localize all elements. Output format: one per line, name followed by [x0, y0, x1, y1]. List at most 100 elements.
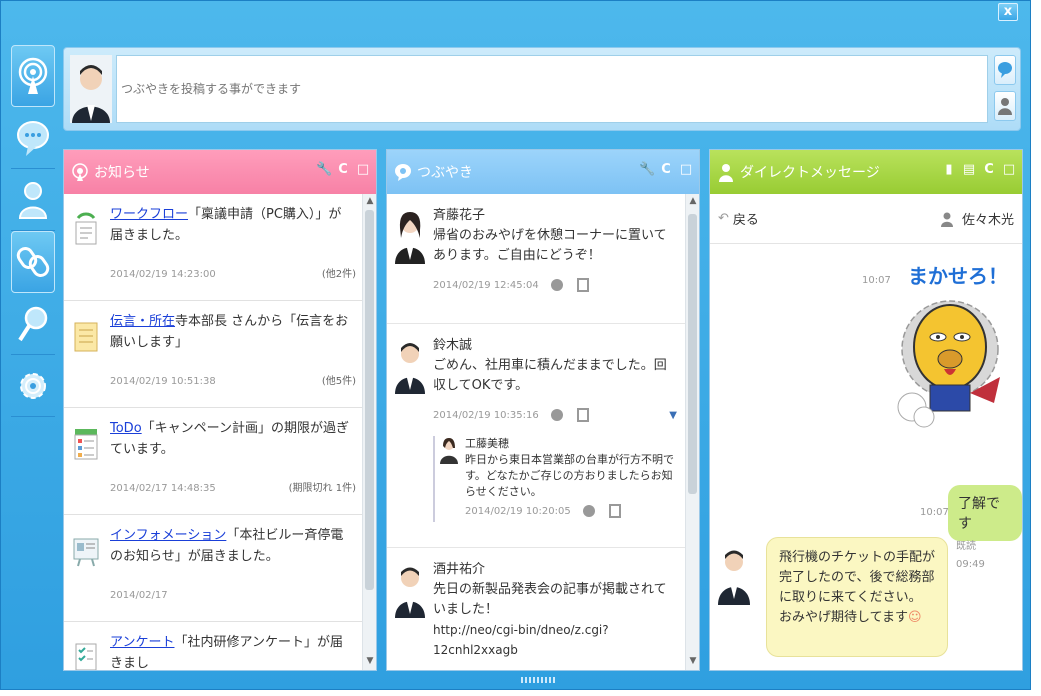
sticker-text: まかせろ！ [908, 264, 1008, 288]
feed-panel: つぶやき 🔧 C □ 斉藤花子 帰省のおみやげを休憩コーナーに置いてあります。ご… [386, 149, 700, 671]
person-icon [719, 164, 733, 182]
close-button[interactable]: x [998, 3, 1018, 21]
post-bar [63, 47, 1021, 131]
left-nav [11, 45, 55, 515]
reply-icon[interactable] [607, 504, 623, 518]
message-time: 10:07 [862, 275, 891, 286]
dm-messages: 10:07 まかせろ！ 10:07 了解です 飛行機のチケットの手配が完了したの… [710, 245, 1022, 670]
trash-icon[interactable]: ▮ [942, 162, 956, 178]
notices-list: ワークフロー「稟議申請（PC購入）」が届きました。 2014/02/19 14:… [64, 194, 362, 670]
resize-grip[interactable] [521, 677, 555, 683]
partner-name-link[interactable]: 佐々木光 [962, 209, 1014, 228]
chat-bubble-icon [395, 164, 411, 181]
info-board-icon [73, 538, 99, 567]
message-line: おみやげ期待してます☺ [779, 610, 922, 625]
nav-search-button[interactable] [11, 293, 55, 355]
person-icon [998, 98, 1012, 115]
notice-link[interactable]: ToDo [110, 421, 142, 436]
notice-count: (他2件) [321, 269, 356, 280]
poster-name[interactable]: 斉藤花子 [433, 208, 485, 223]
post-text: ごめん、社用車に積んだままでした。回収してOKです。 [433, 358, 667, 393]
list-item[interactable]: ワークフロー「稟議申請（PC購入）」が届きました。 2014/02/19 14:… [64, 194, 362, 301]
expand-icon[interactable]: ▼ [669, 410, 677, 421]
received-message-bubble: 飛行機のチケットの手配が完了したので、後で総務部に取りに来てください。 おみやげ… [766, 537, 948, 657]
notice-date: 2014/02/19 10:51:38 [110, 376, 216, 387]
reply-icon[interactable] [575, 408, 591, 422]
list-item[interactable]: ToDo「キャンペーン計画」の期限が過ぎています。 2014/02/17 14:… [64, 408, 362, 515]
poster-name[interactable]: 酒井祐介 [433, 562, 485, 577]
notices-panel-header: お知らせ 🔧 C □ [64, 150, 376, 194]
notice-link[interactable]: ワークフロー [110, 207, 188, 222]
my-avatar [70, 55, 112, 123]
user-avatar [395, 343, 425, 394]
dm-toolbar: ↶ 戻る 佐々木光 [710, 194, 1022, 244]
notice-count: (期限切れ 1件) [288, 483, 356, 494]
nav-link-button[interactable] [11, 231, 55, 293]
feed-scrollbar[interactable]: ▲ ▼ [685, 194, 699, 670]
poster-name[interactable]: 工藤美穂 [465, 437, 509, 450]
notices-scrollbar[interactable]: ▲ ▼ [362, 194, 376, 670]
survey-icon [75, 643, 97, 670]
post-date: 2014/02/19 12:45:04 [433, 279, 539, 291]
scroll-up-icon[interactable]: ▲ [363, 196, 376, 206]
nav-user-button[interactable] [11, 169, 55, 231]
broadcast-icon [72, 163, 88, 181]
dm-panel-title: ダイレクトメッセージ [740, 165, 880, 181]
user-avatar [395, 212, 425, 264]
list-item: 酒井祐介 先日の新製品発表会の記事が掲載されていました！ http://neo/… [387, 548, 685, 670]
scroll-up-icon[interactable]: ▲ [686, 196, 699, 206]
feed-list: 斉藤花子 帰省のおみやげを休憩コーナーに置いてあります。ご自由にどうぞ！ 201… [387, 194, 685, 670]
nav-notices-button[interactable] [11, 45, 55, 107]
lion-sticker: まかせろ！ [897, 264, 1008, 428]
scroll-thumb[interactable] [365, 210, 374, 590]
post-input[interactable] [116, 55, 988, 123]
scroll-down-icon[interactable]: ▼ [686, 656, 699, 666]
user-avatar [440, 438, 458, 464]
like-icon[interactable] [549, 278, 565, 292]
reply-icon[interactable] [575, 278, 591, 292]
wrench-icon[interactable]: 🔧 [639, 162, 655, 178]
broadcast-icon [18, 57, 48, 94]
poster-name[interactable]: 鈴木誠 [433, 338, 472, 353]
notice-text: 「キャンペーン計画」の期限が過ぎています。 [110, 421, 350, 457]
user-avatar [395, 567, 425, 618]
print-icon[interactable]: ▤ [962, 162, 976, 178]
notice-link[interactable]: インフォメーション [110, 528, 226, 543]
nav-tweet-button[interactable] [11, 107, 55, 169]
feed-panel-title: つぶやき [417, 165, 473, 181]
list-item: 斉藤花子 帰省のおみやげを休憩コーナーに置いてあります。ご自由にどうぞ！ 201… [387, 194, 685, 324]
list-item[interactable]: アンケート「社内研修アンケート」が届きまし [64, 622, 362, 670]
minimize-icon[interactable]: □ [1002, 162, 1016, 178]
post-tweet-button[interactable] [994, 55, 1016, 85]
reply-text: 昨日から東日本営業部の台車が行方不明です。どなたかご存じの方おりましたらお知らせ… [465, 453, 674, 498]
notice-link[interactable]: 伝言・所在 [110, 314, 175, 329]
link-icon [16, 247, 50, 277]
like-icon[interactable] [549, 408, 565, 422]
notice-count: (他5件) [321, 376, 356, 387]
minimize-icon[interactable]: □ [356, 162, 370, 178]
post-date: 2014/02/19 10:35:16 [433, 409, 539, 421]
notice-link[interactable]: アンケート [110, 635, 174, 650]
list-item[interactable]: インフォメーション「本社ビルー斉停電のお知らせ」が届きました。 2014/02/… [64, 515, 362, 622]
notice-date: 2014/02/17 14:48:35 [110, 483, 216, 494]
scroll-thumb[interactable] [688, 214, 697, 494]
back-link[interactable]: 戻る [733, 209, 759, 228]
minimize-icon[interactable]: □ [679, 162, 693, 178]
notices-panel: お知らせ 🔧 C □ ワークフロー「稟議申請（PC購入）」が届きました。 201… [63, 149, 377, 671]
nav-settings-button[interactable] [11, 355, 55, 417]
message-line: 飛行機のチケットの手配が完了したので、後で総務部に取りに来てください。 [779, 550, 936, 605]
list-item[interactable]: 伝言・所在寺本部長 さんから「伝言をお願いします」 2014/02/19 10:… [64, 301, 362, 408]
wrench-icon[interactable]: 🔧 [316, 162, 332, 178]
reply-date: 2014/02/19 10:20:05 [465, 505, 571, 517]
gear-icon [20, 372, 46, 399]
post-url-link[interactable]: http://neo/cgi-bin/dneo/z.cgi?12cnhl2xxa… [433, 623, 609, 657]
like-icon[interactable] [581, 504, 597, 518]
scroll-down-icon[interactable]: ▼ [363, 656, 376, 666]
refresh-icon[interactable]: C [982, 162, 996, 178]
sent-message-bubble: 了解です [948, 485, 1022, 541]
post-dm-button[interactable] [994, 91, 1016, 121]
dm-panel-header: ダイレクトメッセージ ▮ ▤ C □ [710, 150, 1022, 194]
list-item: 鈴木誠 ごめん、社用車に積んだままでした。回収してOKです。 2014/02/1… [387, 324, 685, 548]
refresh-icon[interactable]: C [659, 162, 673, 178]
refresh-icon[interactable]: C [336, 162, 350, 178]
